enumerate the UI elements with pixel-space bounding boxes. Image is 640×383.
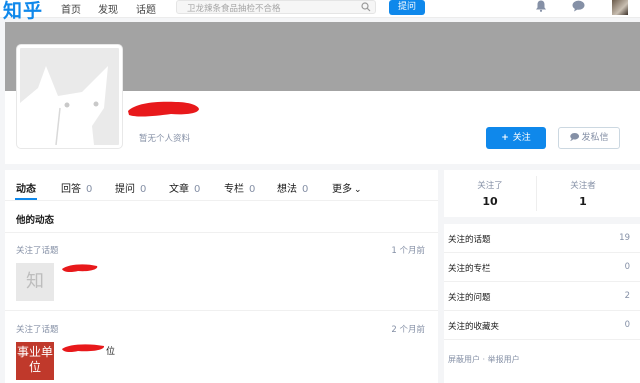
nav-topics[interactable]: 话题 <box>136 1 156 16</box>
following-count: 10 <box>482 195 498 208</box>
activity-panel: 动态 回答 0 提问 0 文章 0 专栏 0 想法 0 更多 ⌄ 他的动态 关注了话题 1 … <box>5 170 438 383</box>
messages-icon[interactable] <box>572 0 585 12</box>
search-icon[interactable] <box>361 2 371 12</box>
followed-collections-row[interactable]: 关注的收藏夹 0 <box>444 311 640 340</box>
follow-label: 关注 <box>512 133 531 143</box>
followed-topics-row[interactable]: 关注的话题 19 <box>444 224 640 253</box>
activity-action: 关注了话题 <box>16 246 59 256</box>
following-list: 关注的话题 19 关注的专栏 0 关注的问题 2 关注的收藏夹 0 屏蔽用户 ·… <box>444 224 640 383</box>
row-label: 关注的话题 <box>448 235 491 245</box>
row-label: 关注的收藏夹 <box>448 322 500 332</box>
feed-title: 他的动态 <box>16 215 55 226</box>
name-redaction <box>128 101 199 117</box>
profile-header: 暂无个人资料 + 关注 🗩 发私信 <box>5 22 640 164</box>
topic-name-redaction <box>62 264 98 273</box>
nav-home[interactable]: 首页 <box>61 1 81 16</box>
divider <box>5 310 438 311</box>
follow-stats: 关注了 10 关注者 1 <box>444 170 640 217</box>
nav-explore[interactable]: 发现 <box>98 1 118 16</box>
chevron-down-icon: ⌄ <box>354 185 362 195</box>
profile-avatar <box>17 45 122 148</box>
followed-questions-row[interactable]: 关注的问题 2 <box>444 282 640 311</box>
tab-columns[interactable]: 专栏 0 <box>224 180 255 195</box>
no-profile-text: 暂无个人资料 <box>139 134 191 144</box>
default-avatar-icon <box>20 66 108 145</box>
followers-count: 1 <box>579 195 587 208</box>
following-stat[interactable]: 关注了 10 <box>444 170 536 217</box>
zhihu-logo[interactable]: 知乎 <box>3 0 43 23</box>
row-label: 关注的专栏 <box>448 264 491 274</box>
send-message-button[interactable]: 🗩 发私信 <box>558 127 620 149</box>
follow-button[interactable]: + 关注 <box>486 127 546 149</box>
ask-button[interactable]: 提问 <box>389 0 425 15</box>
top-nav: 知乎 首页 发现 话题 卫龙辣条食品抽检不合格 提问 <box>0 0 640 22</box>
divider <box>5 232 438 233</box>
topic-name[interactable]: 位 <box>106 344 115 357</box>
followers-label: 关注者 <box>570 181 596 191</box>
tabs-divider <box>5 200 438 201</box>
followed-columns-row[interactable]: 关注的专栏 0 <box>444 253 640 282</box>
following-label: 关注了 <box>477 181 503 191</box>
send-message-label: 发私信 <box>581 133 609 143</box>
row-count: 19 <box>619 233 630 243</box>
tab-activity[interactable]: 动态 <box>16 180 36 195</box>
topic-thumbnail[interactable]: 知 <box>16 263 54 301</box>
tab-thoughts[interactable]: 想法 0 <box>277 180 308 195</box>
topic-name-redaction <box>62 344 105 353</box>
tab-answers[interactable]: 回答 0 <box>61 180 92 195</box>
row-count: 2 <box>624 291 630 301</box>
search-input[interactable]: 卫龙辣条食品抽检不合格 <box>176 0 376 14</box>
search-placeholder: 卫龙辣条食品抽检不合格 <box>187 4 281 14</box>
block-report-links[interactable]: 屏蔽用户 · 举报用户 <box>448 354 520 365</box>
chat-bubble-icon: 🗩 <box>569 133 580 143</box>
plus-icon: + <box>501 133 509 143</box>
activity-time: 1 个月前 <box>391 246 425 256</box>
bell-icon[interactable] <box>535 0 547 12</box>
tab-articles[interactable]: 文章 0 <box>169 180 200 195</box>
row-label: 关注的问题 <box>448 293 491 303</box>
user-avatar[interactable] <box>612 0 628 15</box>
topic-thumbnail[interactable]: 事业单位 <box>16 342 54 380</box>
followers-stat[interactable]: 关注者 1 <box>537 170 629 217</box>
row-count: 0 <box>624 262 630 272</box>
tab-questions[interactable]: 提问 0 <box>115 180 146 195</box>
tab-more[interactable]: 更多 ⌄ <box>332 180 362 195</box>
activity-action: 关注了话题 <box>16 325 59 335</box>
activity-time: 2 个月前 <box>391 325 425 335</box>
row-count: 0 <box>624 320 630 330</box>
